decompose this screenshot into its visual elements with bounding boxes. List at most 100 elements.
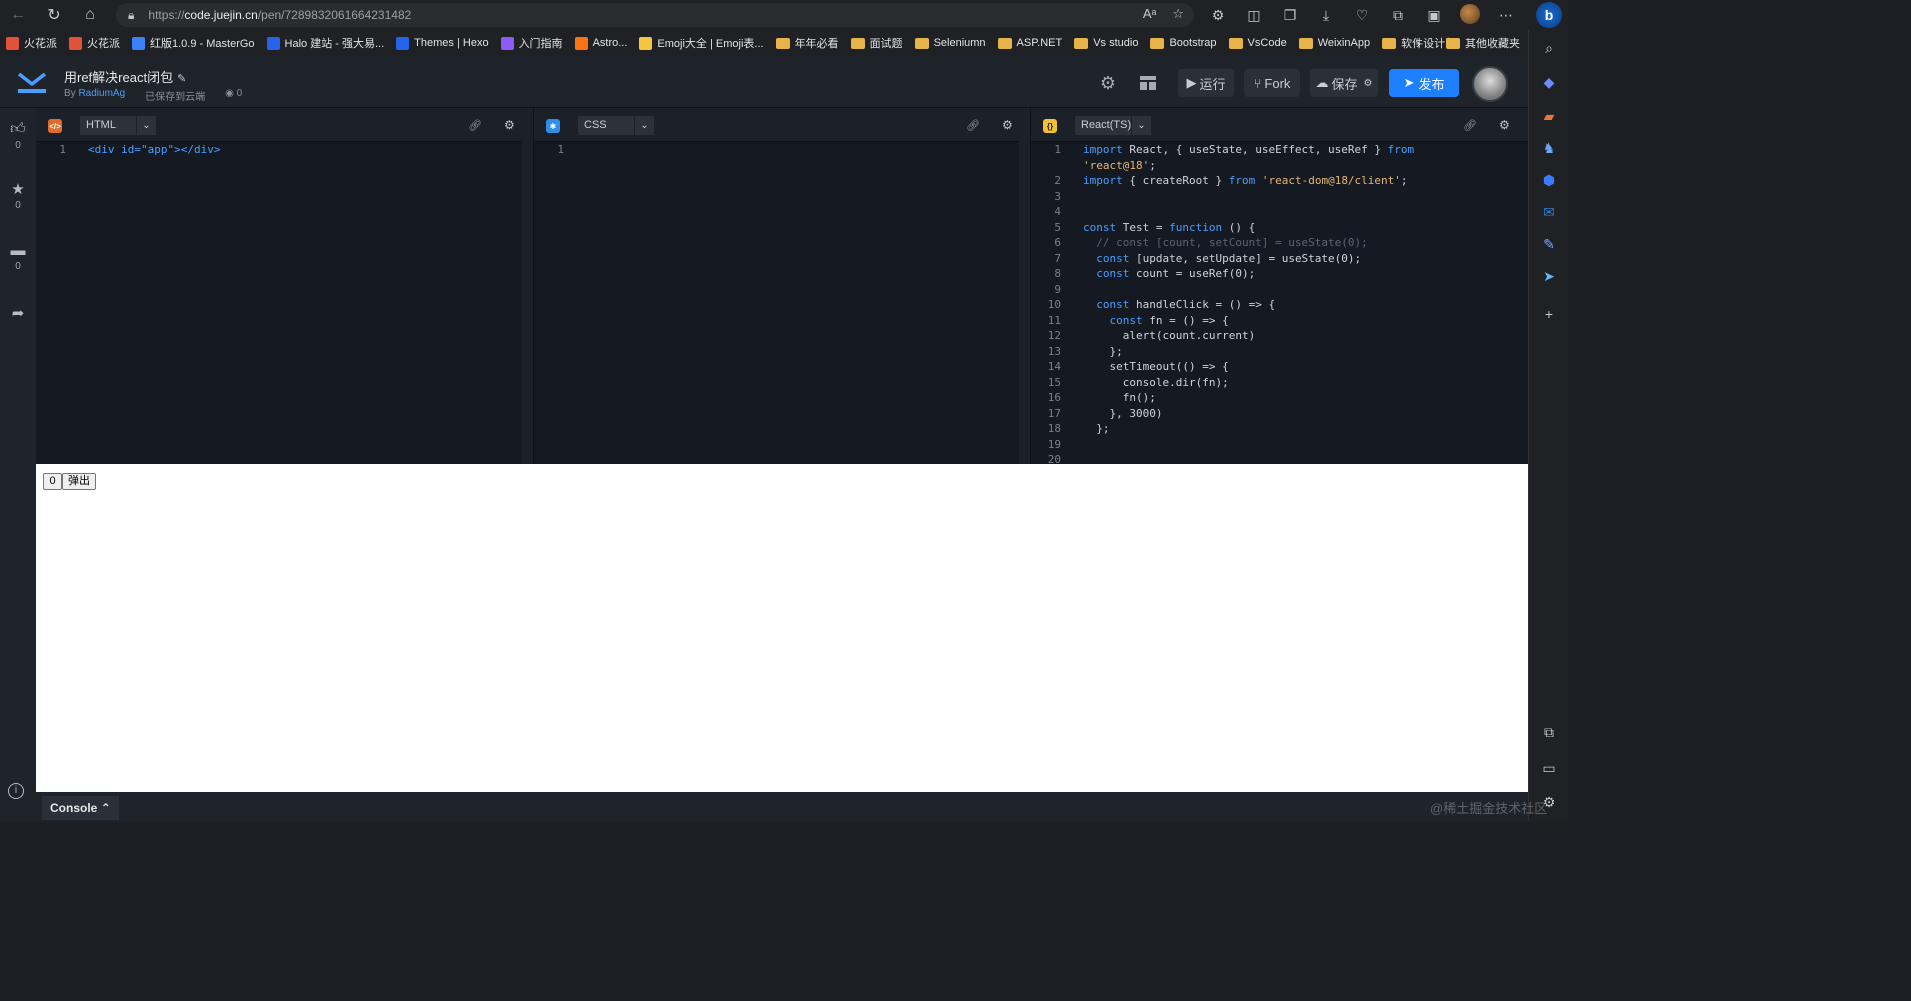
gear-icon[interactable]: ⚙ — [1002, 118, 1013, 132]
settings-gear-icon[interactable]: ⚙ — [1094, 69, 1122, 97]
layout-grid-icon[interactable] — [1134, 69, 1162, 97]
code-line: 1 — [557, 143, 564, 156]
search-icon[interactable]: ⌕ — [1539, 38, 1559, 58]
bing-copilot-icon[interactable]: b — [1536, 2, 1562, 28]
gear-icon[interactable]: ⚙ — [1499, 118, 1510, 132]
downloads-icon[interactable]: ⤓ — [1308, 7, 1344, 24]
address-bar[interactable]: 🔒︎ https://code.juejin.cn/pen/7289832061… — [116, 3, 1194, 27]
share-button[interactable]: ➦ — [0, 304, 36, 322]
count-button[interactable]: 0 — [43, 473, 62, 490]
code-line: 9 — [1054, 282, 1061, 296]
read-aloud-icon[interactable]: Aᵃ — [1143, 6, 1157, 22]
code-line: 12 alert(count.current) — [1047, 329, 1256, 342]
bookmark-item[interactable]: 火花派 — [69, 35, 120, 51]
pen-title[interactable]: 用ref解决react闭包 ✎ — [64, 67, 186, 86]
view-count: ◉ 0 — [225, 88, 243, 99]
send-icon[interactable]: ➤ — [1539, 266, 1559, 286]
bookmark-item[interactable]: Themes | Hexo — [396, 36, 489, 50]
bookmarks-overflow-chevron-icon[interactable]: › — [1416, 30, 1421, 56]
bookmark-item[interactable]: Astro... — [574, 36, 627, 50]
comment-icon: ▬ — [10, 242, 26, 259]
gear-icon[interactable]: ⚙ — [504, 118, 515, 132]
add-icon[interactable]: + — [1539, 304, 1559, 324]
home-icon[interactable]: ⌂ — [72, 0, 108, 30]
other-bookmarks-folder[interactable]: 其他收藏夹 — [1446, 30, 1520, 56]
link-icon[interactable]: 🔗︎ — [966, 119, 980, 132]
bookmark-item[interactable]: VsCode — [1228, 37, 1287, 49]
tag-icon[interactable]: ◆ — [1539, 72, 1559, 92]
m365-icon[interactable]: ⬢ — [1539, 170, 1559, 190]
chevron-down-icon[interactable]: ⌄ — [1131, 116, 1151, 135]
link-icon[interactable]: 🔗︎ — [1463, 119, 1477, 132]
author-link[interactable]: RadiumAg — [78, 88, 125, 99]
bookmark-item[interactable]: ASP.NET — [997, 37, 1062, 49]
pane-resize-handle[interactable] — [522, 108, 533, 464]
folder-icon — [914, 37, 929, 49]
publish-button[interactable]: ➤ 发布 — [1389, 69, 1459, 97]
code-line: 7 const [update, setUpdate] = useState(0… — [1054, 251, 1362, 265]
fire-icon — [6, 36, 19, 50]
info-icon[interactable]: i — [8, 783, 24, 799]
bookmark-item[interactable]: 入门指南 — [500, 35, 563, 51]
bookmark-item[interactable]: WeixinApp — [1298, 37, 1370, 49]
edge-sidebar: ⌕ ◆ ▰ ♞ ⬢ ✉ ✎ ➤ + ⧉ ▭ ⚙ — [1528, 30, 1568, 821]
css-code-area[interactable]: 1 — [534, 142, 1019, 464]
more-menu-icon[interactable]: ⋯ — [1488, 7, 1524, 24]
chevron-down-icon[interactable]: ⌄ — [136, 116, 156, 135]
split-screen-icon[interactable]: ◫ — [1236, 7, 1272, 24]
performance-icon[interactable]: ♡ — [1344, 7, 1380, 24]
pen-meta: By RadiumAg 已保存到云端 ◉ 0 — [64, 88, 243, 103]
bookmark-item[interactable]: Emoji大全 | Emoji表... — [639, 35, 764, 51]
profile-avatar[interactable] — [1452, 3, 1488, 27]
bookmark-item[interactable]: 红版1.0.9 - MasterGo — [132, 35, 255, 51]
alert-button[interactable]: 弹出 — [62, 473, 96, 490]
chevron-down-icon[interactable]: ⌄ — [634, 116, 654, 135]
back-arrow-icon[interactable]: ← — [0, 0, 36, 30]
star-button[interactable]: ★ 0 — [0, 180, 36, 211]
link-icon[interactable]: 🔗︎ — [468, 119, 482, 132]
bookmark-item[interactable]: Vs studio — [1074, 37, 1138, 49]
extensions-icon[interactable]: ⚙ — [1200, 7, 1236, 24]
fire-icon — [69, 36, 82, 50]
preview-pane: 0 弹出 — [36, 464, 1528, 792]
bookmark-item[interactable]: 火花派 — [6, 35, 57, 51]
html-code-area[interactable]: 1 <div id="app"></div> — [36, 142, 522, 464]
code-line: 10 const handleClick = () => { — [1047, 298, 1276, 311]
thumbs-up-icon: 👍︎ — [10, 120, 26, 137]
react-code-area[interactable]: 1 import React, { useState, useEffect, us… — [1031, 142, 1528, 464]
console-toggle[interactable]: Console ⌃ — [42, 796, 119, 820]
designer-icon[interactable]: ✎ — [1539, 234, 1559, 254]
sidebar-collapse-icon[interactable]: ▭ — [1539, 758, 1559, 778]
sidebar-toggle-icon[interactable]: ▣ — [1416, 7, 1452, 24]
bookmark-item[interactable]: Bootstrap — [1150, 37, 1217, 49]
chess-icon[interactable]: ♞ — [1539, 138, 1559, 158]
pane-resize-handle[interactable] — [1019, 108, 1030, 464]
folder-icon — [997, 37, 1012, 49]
collections-icon[interactable]: ❐ — [1272, 7, 1308, 24]
user-avatar[interactable] — [1472, 66, 1508, 102]
screenshot-icon[interactable]: ⧉ — [1380, 7, 1416, 24]
url-text[interactable]: https://code.juejin.cn/pen/7289832061664… — [148, 8, 411, 22]
bookmark-item[interactable]: 年年必看 — [775, 35, 839, 51]
comment-button[interactable]: ▬ 0 — [0, 242, 36, 272]
briefcase-icon[interactable]: ▰ — [1539, 106, 1559, 126]
folder-icon — [1074, 37, 1089, 49]
save-button[interactable]: ☁ 保存 ⚙ — [1310, 69, 1378, 97]
refresh-icon[interactable]: ↻ — [36, 0, 72, 30]
favorite-star-icon[interactable]: ☆ — [1172, 6, 1184, 22]
juejin-logo-icon[interactable] — [16, 68, 48, 96]
screen-capture-icon[interactable]: ⧉ — [1539, 722, 1559, 742]
save-settings-gear-icon[interactable]: ⚙ — [1364, 78, 1373, 89]
run-button[interactable]: ▶ 运行 — [1178, 69, 1234, 97]
fork-button[interactable]: ⑂ Fork — [1244, 69, 1300, 97]
edit-pencil-icon[interactable]: ✎ — [177, 73, 186, 85]
outlook-icon[interactable]: ✉ — [1539, 202, 1559, 222]
bookmark-item[interactable]: Halo 建站 - 强大易... — [266, 35, 384, 51]
bookmark-item[interactable]: Seleniumn — [914, 37, 986, 49]
mastergo-icon — [132, 36, 145, 50]
like-button[interactable]: 👍︎ 0 — [0, 120, 36, 151]
bookmark-item[interactable]: 面试题 — [850, 35, 903, 51]
code-line: 6 // const [count, setCount] = useState(… — [1054, 236, 1368, 249]
react-editor-header: {} React(TS) ⌄ 🔗︎ ⚙ — [1031, 108, 1528, 142]
save-status: 已保存到云端 — [145, 92, 206, 103]
